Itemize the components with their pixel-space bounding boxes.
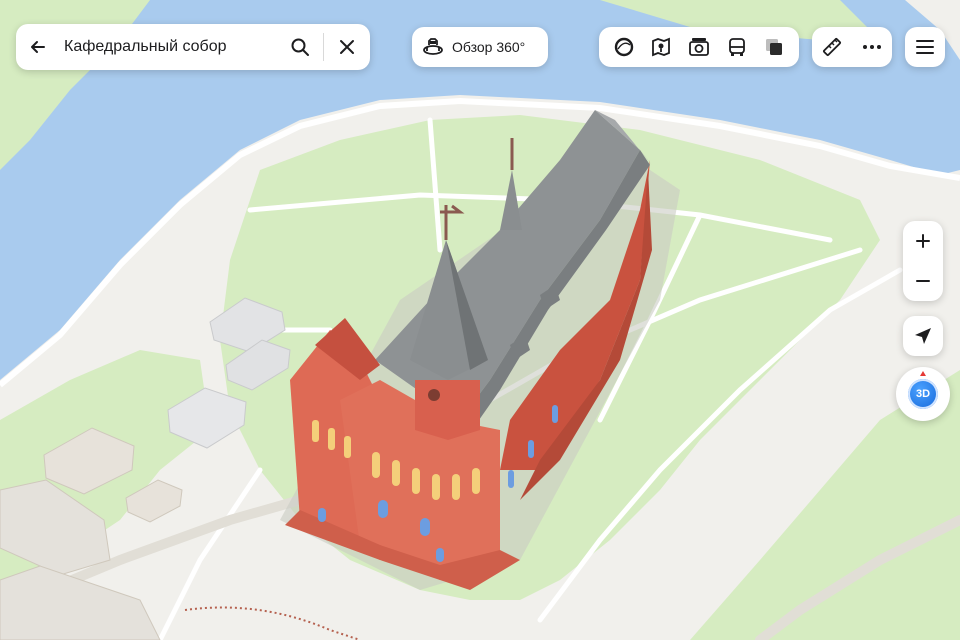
ruler-button[interactable] [816,31,848,63]
main-menu-button[interactable] [905,27,945,67]
compass-north-indicator [920,371,926,376]
panorama-360-icon [423,38,443,55]
compass-3d-toggle[interactable]: 3D [896,367,950,421]
zoom-in-button[interactable] [903,221,943,261]
bus-icon [728,38,745,56]
guides-layer-button[interactable] [645,31,677,63]
tower-clock [428,389,440,401]
photo-camera-icon [689,38,709,56]
tools-toolbar [812,27,892,67]
panorama-360-button[interactable]: Обзор 360° [412,27,548,67]
layers-icon [766,39,783,55]
search-input[interactable]: Кафедральный собор [60,38,277,56]
search-icon [291,38,309,56]
panorama-360-label: Обзор 360° [452,39,526,55]
map-layers-button[interactable] [758,31,790,63]
traffic-circle-icon [614,37,633,57]
my-location-button[interactable] [903,316,943,356]
photos-layer-button[interactable] [683,31,715,63]
hamburger-menu-icon [916,40,934,54]
more-dots-icon [863,45,881,49]
map-canvas[interactable] [0,0,960,640]
search-button[interactable] [277,24,323,70]
layers-toolbar [599,27,799,67]
map-book-icon [652,37,671,57]
close-icon [340,40,354,54]
more-button[interactable] [856,31,888,63]
arrow-left-icon [31,41,45,53]
view-mode-label: 3D [908,379,938,409]
traffic-layer-button[interactable] [608,31,640,63]
zoom-controls [903,221,943,301]
plus-icon [916,234,930,248]
location-arrow-icon [915,328,931,344]
tower-body [415,380,480,440]
clear-button[interactable] [324,24,370,70]
zoom-out-button[interactable] [903,261,943,301]
minus-icon [916,280,930,282]
transport-layer-button[interactable] [721,31,753,63]
back-button[interactable] [16,24,60,70]
search-panel: Кафедральный собор [16,24,370,70]
ruler-icon [823,38,841,56]
